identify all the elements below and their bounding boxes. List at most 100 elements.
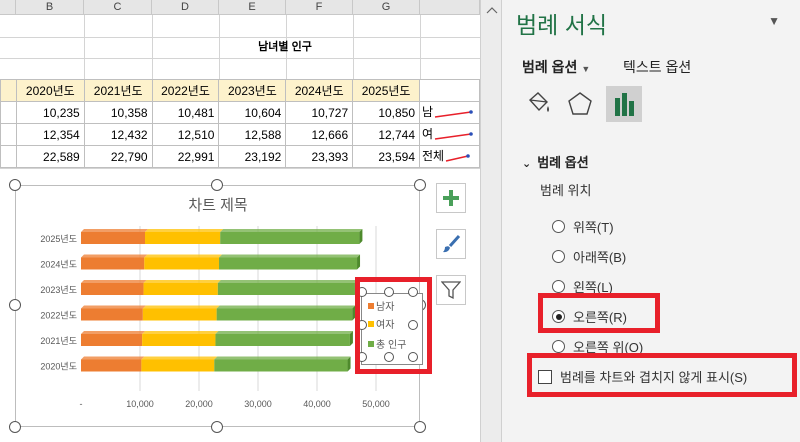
resize-handle[interactable] [9,299,21,311]
bar-segment[interactable] [142,334,216,346]
table-cell[interactable]: 10,235 [15,101,85,124]
radio-button[interactable] [552,250,565,263]
scroll-up-icon[interactable] [482,4,502,18]
row-label-cell[interactable]: 남 [419,101,480,124]
radio-button[interactable] [552,340,565,353]
bar-segment[interactable] [142,308,217,321]
resize-handle[interactable] [9,421,21,433]
table-cell[interactable] [0,123,17,146]
resize-handle[interactable] [414,421,426,433]
radio-top[interactable]: 위쪽(T) [552,217,614,236]
table-cell[interactable]: 23,594 [352,145,421,168]
radio-button[interactable] [552,280,565,293]
bar-segment[interactable] [81,283,144,295]
bar-segment[interactable] [144,257,220,270]
tab-label: 범례 옵션 [522,59,578,75]
column-header-b[interactable]: B [16,0,84,15]
table-cell[interactable]: 10,604 [218,101,287,124]
table-cell[interactable]: 22,991 [151,145,220,168]
row-label-cell[interactable]: 여 [419,123,480,146]
pane-title: 범례 서식 [516,12,608,38]
resize-handle[interactable] [9,179,21,191]
table-cell[interactable] [0,79,17,102]
effects-button[interactable] [562,86,598,122]
radio-bottom[interactable]: 아래쪽(B) [552,247,626,266]
year-header[interactable]: 2020년도 [15,79,85,102]
year-header[interactable]: 2022년도 [151,79,220,102]
bar-segment[interactable] [141,359,215,372]
tab-legend-options[interactable]: 범례 옵션 ▼ [522,57,590,77]
table-cell[interactable]: 22,790 [83,145,153,168]
table-cell[interactable]: 10,481 [151,101,220,124]
table-cell[interactable]: 12,432 [83,123,153,146]
table-cell[interactable]: 23,192 [218,145,287,168]
chart-title[interactable]: 차트 제목 [188,197,247,214]
table-cell[interactable]: 23,393 [285,145,354,168]
year-header[interactable]: 2025년도 [352,79,421,102]
bar-segment[interactable] [219,257,358,270]
chart-elements-button[interactable] [436,183,466,213]
table-cell[interactable]: 10,850 [352,101,421,124]
table-cell[interactable] [0,145,17,168]
bar-segment[interactable] [145,232,221,244]
bar-top-face [143,280,221,283]
year-header[interactable]: 2021년도 [83,79,153,102]
legend-options-button[interactable] [606,86,642,122]
tab-text-options[interactable]: 텍스트 옵션 [623,57,691,77]
sparkline [434,109,473,118]
pane-scrollbar[interactable] [480,0,502,442]
resize-handle[interactable] [211,421,223,433]
chevron-down-icon: ▼ [768,14,780,28]
row-header-corner[interactable] [0,0,16,15]
section-legend-options[interactable]: ⌄ 범례 옵션 [522,152,589,171]
pane-options-dropdown[interactable]: ▼ [768,14,780,28]
bar-top-face [219,254,361,258]
bar-segment[interactable] [81,257,145,270]
year-header[interactable]: 2024년도 [285,79,354,102]
resize-handle[interactable] [414,179,426,191]
table-cell[interactable] [0,101,17,124]
x-tick-label: 50,000 [362,399,390,409]
bar-segment[interactable] [81,308,143,321]
worksheet[interactable]: B C D E F G 남녀별 인구 2020년도 2021년도 2022년도 … [0,0,480,442]
bar-segment[interactable] [143,283,218,295]
column-header-e[interactable]: E [219,0,286,15]
row-label-cell[interactable]: 전체 [419,145,480,168]
fill-line-button[interactable] [520,86,556,122]
table-cell[interactable]: 12,666 [285,123,354,146]
table-cell[interactable]: 12,588 [218,123,287,146]
column-header-c[interactable]: C [84,0,152,15]
column-header-g[interactable]: G [353,0,420,15]
column-header-d[interactable]: D [152,0,219,15]
table-cell[interactable]: 12,354 [15,123,85,146]
column-header-h[interactable] [420,0,480,15]
population-table[interactable]: 2020년도 2021년도 2022년도 2023년도 2024년도 2025년… [0,79,480,168]
bar-top-face [81,305,146,309]
bar-segment[interactable] [217,283,355,295]
filter-icon [441,281,461,300]
table-cell[interactable] [419,79,480,102]
bar-segment[interactable] [81,334,143,346]
table-cell[interactable]: 12,510 [151,123,220,146]
bar-segment[interactable] [220,232,360,244]
bar-segment[interactable] [216,308,353,321]
y-category-label: 2023년도 [40,285,77,295]
selected-option-highlight [538,293,660,333]
column-header-f[interactable]: F [286,0,353,15]
bar-segment[interactable] [215,334,350,346]
x-tick-label: 30,000 [244,399,272,409]
table-cell[interactable]: 22,589 [15,145,85,168]
year-header[interactable]: 2023년도 [218,79,287,102]
bar-segment[interactable] [214,359,348,372]
y-category-label: 2020년도 [40,362,77,372]
chart-filters-button[interactable] [436,275,466,305]
bar-top-face [216,305,356,309]
table-cell[interactable]: 12,744 [352,123,421,146]
table-cell[interactable]: 10,727 [285,101,354,124]
chart-styles-button[interactable] [436,229,466,259]
radio-button[interactable] [552,220,565,233]
bar-segment[interactable] [81,232,146,244]
bar-segment[interactable] [81,359,142,372]
table-cell[interactable]: 10,358 [83,101,153,124]
resize-handle[interactable] [211,179,223,191]
